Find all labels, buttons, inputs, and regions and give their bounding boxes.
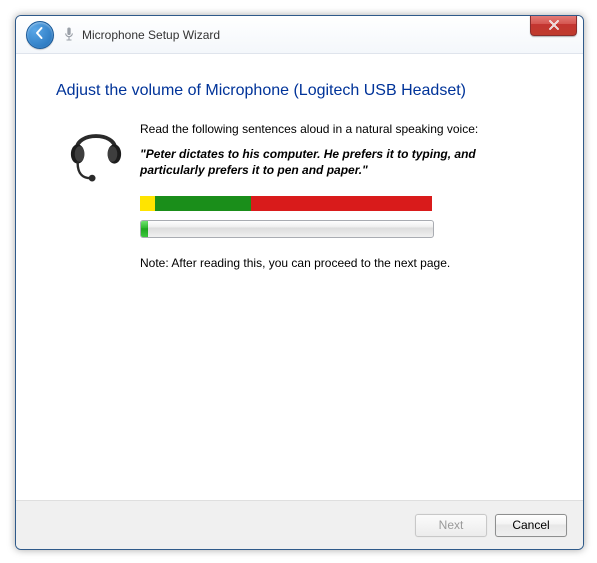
right-column: Read the following sentences aloud in a … xyxy=(136,122,543,270)
close-icon xyxy=(548,19,560,31)
note-text: Note: After reading this, you can procee… xyxy=(140,256,543,270)
volume-level-fill xyxy=(141,221,148,237)
window-frame: Microphone Setup Wizard Adjust the volum… xyxy=(15,15,584,550)
volume-level-bar xyxy=(140,220,434,238)
back-button[interactable] xyxy=(26,21,54,49)
cancel-button[interactable]: Cancel xyxy=(495,514,567,537)
instruction-text: Read the following sentences aloud in a … xyxy=(140,122,543,136)
body-row: Read the following sentences aloud in a … xyxy=(56,122,543,270)
window-outer: Microphone Setup Wizard Adjust the volum… xyxy=(0,0,597,563)
meter-green-zone xyxy=(155,196,251,211)
page-heading: Adjust the volume of Microphone (Logitec… xyxy=(56,82,543,100)
content-area: Adjust the volume of Microphone (Logitec… xyxy=(16,54,583,280)
window-title: Microphone Setup Wizard xyxy=(82,28,220,42)
back-arrow-icon xyxy=(33,26,47,43)
volume-range-indicator xyxy=(140,196,432,211)
quote-text: "Peter dictates to his computer. He pref… xyxy=(140,146,543,178)
meter-red-zone xyxy=(251,196,432,211)
footer-bar: Next Cancel xyxy=(16,500,583,549)
close-button[interactable] xyxy=(530,15,577,36)
microphone-icon xyxy=(64,26,76,44)
headset-icon xyxy=(56,122,136,270)
header-bar: Microphone Setup Wizard xyxy=(16,16,583,54)
next-button[interactable]: Next xyxy=(415,514,487,537)
meter-yellow-zone xyxy=(140,196,155,211)
